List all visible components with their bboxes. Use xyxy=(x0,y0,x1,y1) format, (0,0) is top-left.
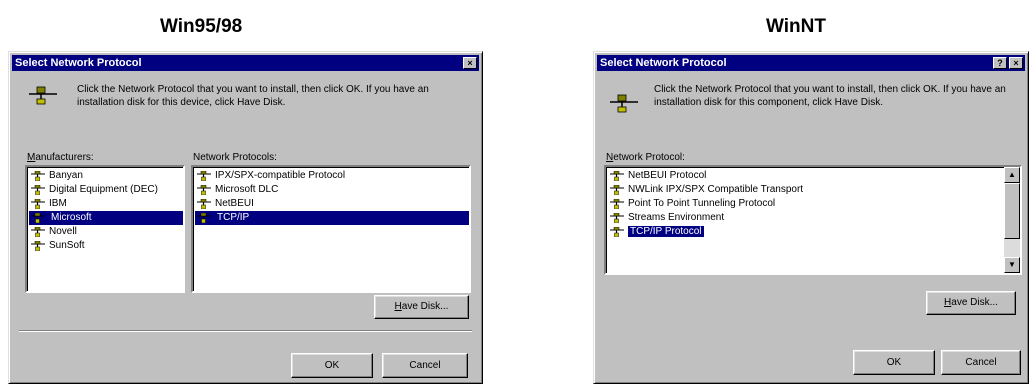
ok-button[interactable]: OK xyxy=(291,353,373,378)
protocol-item-icon xyxy=(197,198,211,210)
protocol-item-icon xyxy=(197,184,211,196)
list-item-label: SunSoft xyxy=(49,240,85,251)
list-item[interactable]: IPX/SPX-compatible Protocol xyxy=(195,169,469,183)
list-item-label: NWLink IPX/SPX Compatible Transport xyxy=(628,184,804,195)
win95-instructions: Click the Network Protocol that you want… xyxy=(77,84,429,108)
protocol-item-icon xyxy=(31,226,45,238)
ok-button[interactable]: OK xyxy=(853,350,935,375)
list-item-label: Microsoft DLC xyxy=(215,184,279,195)
list-item[interactable]: Streams Environment xyxy=(608,211,1002,225)
close-icon[interactable]: × xyxy=(463,57,477,69)
cancel-button[interactable]: Cancel xyxy=(941,350,1021,375)
win95-dialog: Select Network Protocol × Click the Netw… xyxy=(8,51,483,384)
list-item[interactable]: Microsoft xyxy=(29,211,183,225)
protocol-item-icon xyxy=(31,240,45,252)
protocol-item-icon xyxy=(610,212,624,224)
list-item-label: Microsoft xyxy=(49,212,94,223)
network-protocol-label: Network Protocol: xyxy=(606,152,685,163)
winnt-instructions: Click the Network Protocol that you want… xyxy=(654,84,1006,108)
protocol-item-icon xyxy=(31,184,45,196)
vertical-scrollbar[interactable]: ▲ ▼ xyxy=(1004,167,1020,273)
scroll-down-icon[interactable]: ▼ xyxy=(1004,257,1020,273)
network-protocol-list[interactable]: NetBEUI Protocol NWLink IPX/SPX Compatibl… xyxy=(604,165,1022,275)
win95-title: Select Network Protocol xyxy=(15,57,142,69)
list-item-label: IPX/SPX-compatible Protocol xyxy=(215,170,346,181)
separator xyxy=(19,330,472,332)
list-item-label: Point To Point Tunneling Protocol xyxy=(628,198,776,209)
scroll-up-icon[interactable]: ▲ xyxy=(1004,167,1020,183)
list-item-label: IBM xyxy=(49,198,67,209)
list-item[interactable]: TCP/IP xyxy=(195,211,469,225)
list-item[interactable]: Digital Equipment (DEC) xyxy=(29,183,183,197)
caption-winnt: WinNT xyxy=(766,16,826,37)
list-item-label: NetBEUI Protocol xyxy=(628,170,707,181)
winnt-title-bar[interactable]: Select Network Protocol ? × xyxy=(597,55,1025,71)
network-protocol-icon xyxy=(29,86,57,105)
scroll-thumb[interactable] xyxy=(1004,183,1020,239)
protocol-item-icon xyxy=(610,184,624,196)
network-protocols-list[interactable]: IPX/SPX-compatible Protocol Microsoft DLC… xyxy=(191,165,471,293)
winnt-title: Select Network Protocol xyxy=(600,57,727,69)
close-icon[interactable]: × xyxy=(1009,57,1023,69)
protocol-item-icon xyxy=(31,170,45,182)
list-item-label: TCP/IP Protocol xyxy=(628,226,704,237)
protocol-item-icon xyxy=(610,198,624,210)
list-item-label: Banyan xyxy=(49,170,83,181)
list-item[interactable]: Point To Point Tunneling Protocol xyxy=(608,197,1002,211)
list-item-label: TCP/IP xyxy=(215,212,252,223)
have-disk-button[interactable]: Have Disk... xyxy=(926,291,1016,315)
win95-title-bar[interactable]: Select Network Protocol × xyxy=(12,55,479,71)
protocol-item-icon xyxy=(197,212,211,224)
list-item-label: Novell xyxy=(49,226,77,237)
protocol-item-icon xyxy=(610,170,624,182)
list-item[interactable]: IBM xyxy=(29,197,183,211)
list-item[interactable]: Banyan xyxy=(29,169,183,183)
help-icon[interactable]: ? xyxy=(993,57,1007,69)
have-disk-button[interactable]: Have Disk... xyxy=(374,295,469,319)
manufacturers-list[interactable]: Banyan Digital Equipment (DEC) IBM Microsof… xyxy=(25,165,185,293)
list-item[interactable]: NetBEUI xyxy=(195,197,469,211)
list-item-label: Streams Environment xyxy=(628,212,725,223)
list-item[interactable]: Microsoft DLC xyxy=(195,183,469,197)
network-protocols-label: Network Protocols: xyxy=(193,152,277,163)
list-item-label: NetBEUI xyxy=(215,198,254,209)
network-protocol-icon xyxy=(610,94,638,113)
winnt-dialog: Select Network Protocol ? × Click the Ne… xyxy=(593,51,1029,384)
list-item-label: Digital Equipment (DEC) xyxy=(49,184,158,195)
protocol-item-icon xyxy=(610,226,624,238)
protocol-item-icon xyxy=(197,170,211,182)
protocol-item-icon xyxy=(31,198,45,210)
cancel-button[interactable]: Cancel xyxy=(382,353,468,378)
protocol-item-icon xyxy=(31,212,45,224)
list-item[interactable]: NWLink IPX/SPX Compatible Transport xyxy=(608,183,1002,197)
manufacturers-label: Manufacturers: xyxy=(27,152,94,163)
list-item[interactable]: Novell xyxy=(29,225,183,239)
list-item[interactable]: SunSoft xyxy=(29,239,183,253)
caption-win95: Win95/98 xyxy=(160,16,243,37)
list-item[interactable]: NetBEUI Protocol xyxy=(608,169,1002,183)
list-item[interactable]: TCP/IP Protocol xyxy=(608,225,1002,239)
